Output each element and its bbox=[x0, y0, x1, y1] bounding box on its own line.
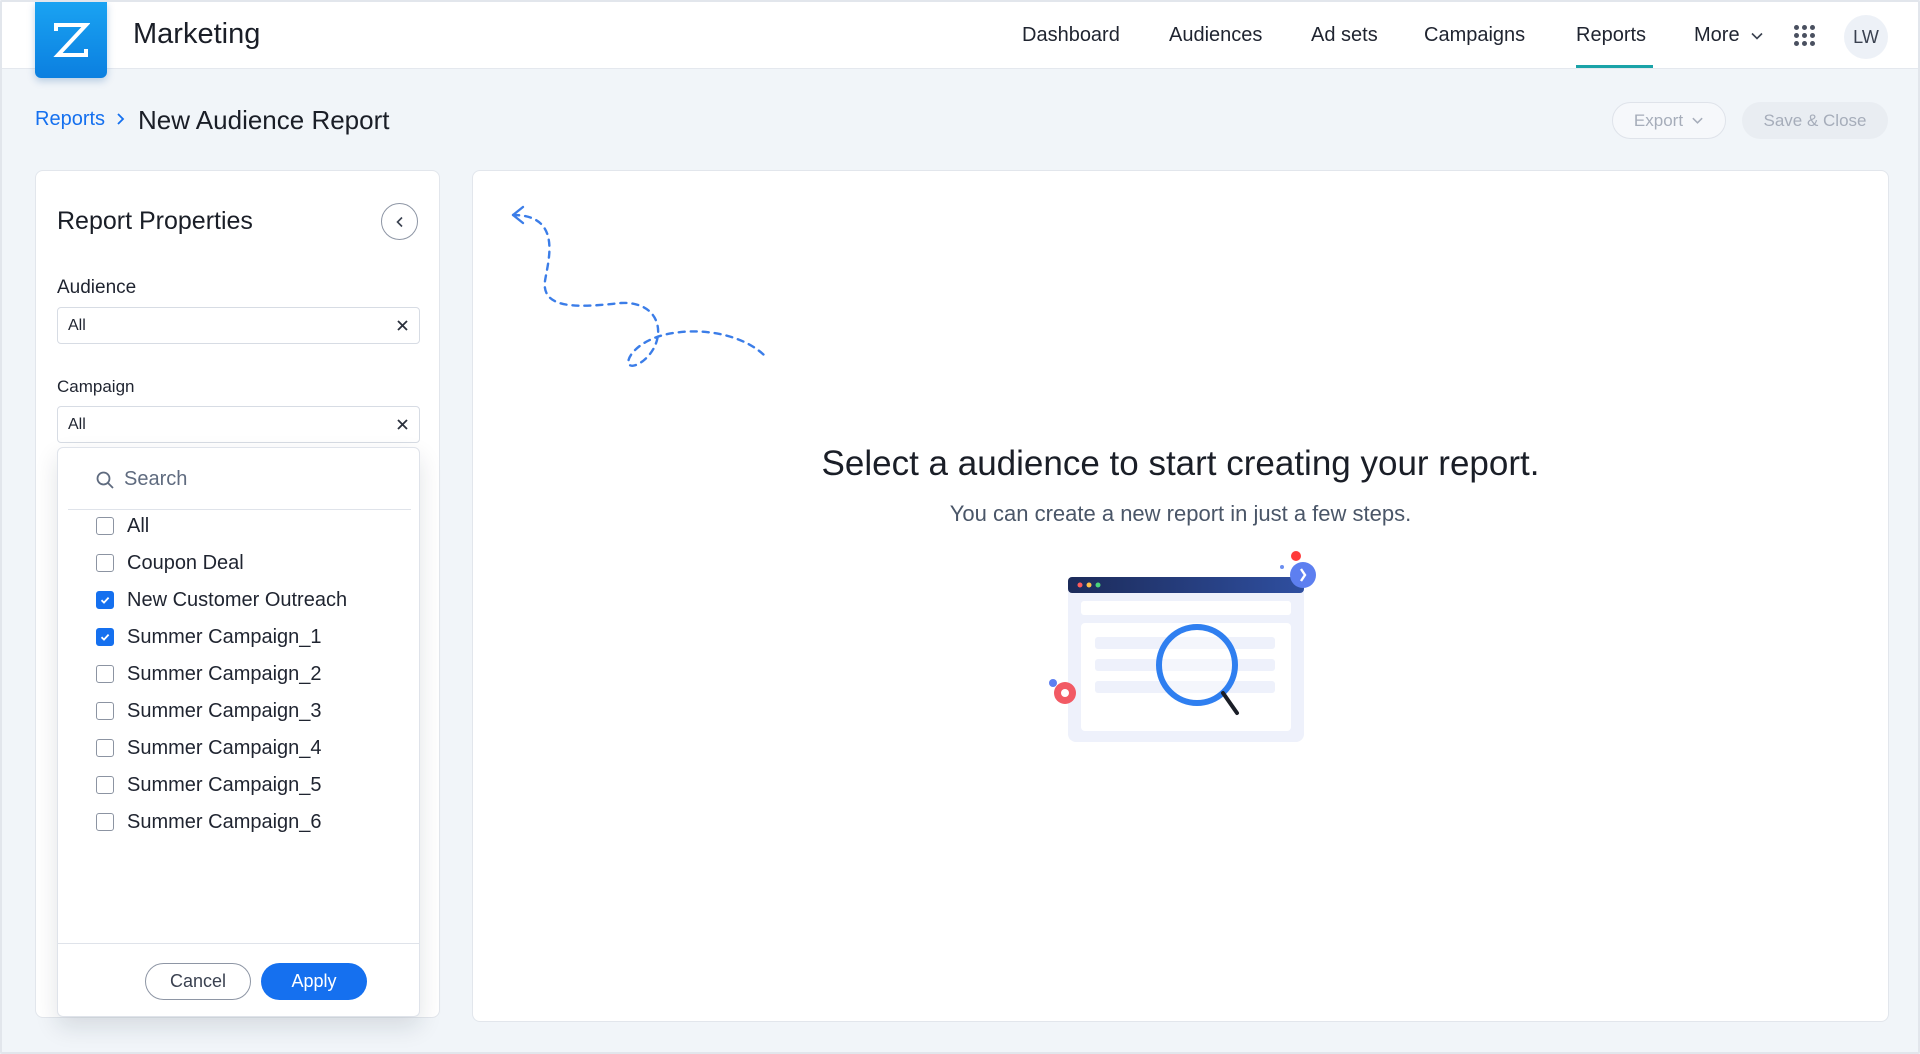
campaign-select[interactable]: All bbox=[57, 406, 420, 443]
nav-reports[interactable]: Reports bbox=[1576, 24, 1646, 47]
checkbox[interactable] bbox=[96, 665, 114, 683]
nav-more-label: More bbox=[1694, 24, 1740, 46]
audience-label: Audience bbox=[57, 277, 137, 298]
campaign-option-label: Coupon Deal bbox=[127, 551, 244, 574]
campaign-option[interactable]: Summer Campaign_3 bbox=[96, 696, 322, 726]
dropdown-search[interactable]: Search bbox=[68, 448, 411, 510]
checkbox[interactable] bbox=[96, 813, 114, 831]
chevron-left-icon bbox=[395, 216, 403, 227]
breadcrumb-reports-link[interactable]: Reports bbox=[35, 108, 105, 131]
cancel-button[interactable]: Cancel bbox=[145, 963, 251, 1000]
campaign-option-label: Summer Campaign_4 bbox=[127, 736, 322, 759]
nav-dashboard[interactable]: Dashboard bbox=[1022, 24, 1120, 47]
apps-grid-icon[interactable] bbox=[1794, 25, 1816, 47]
campaign-value: All bbox=[68, 416, 86, 433]
nav-ad-sets[interactable]: Ad sets bbox=[1311, 24, 1378, 47]
campaign-option[interactable]: Summer Campaign_2 bbox=[96, 659, 322, 689]
export-button-label: Export bbox=[1633, 110, 1684, 130]
checkbox[interactable] bbox=[96, 702, 114, 720]
logo-icon[interactable] bbox=[35, 2, 107, 78]
nav-audiences[interactable]: Audiences bbox=[1169, 24, 1262, 47]
checkbox[interactable] bbox=[96, 776, 114, 794]
page-title: New Audience Report bbox=[138, 105, 390, 135]
app-title: Marketing bbox=[133, 18, 261, 50]
nav-active-indicator bbox=[1576, 65, 1653, 68]
dropdown-footer: Cancel Apply bbox=[58, 943, 419, 1017]
campaign-option[interactable]: Coupon Deal bbox=[96, 548, 244, 578]
audience-select[interactable]: All bbox=[57, 307, 420, 344]
checkbox[interactable] bbox=[96, 517, 114, 535]
campaign-option-label: Summer Campaign_6 bbox=[127, 810, 322, 833]
dashed-arrow-illustration bbox=[511, 205, 767, 367]
search-icon bbox=[96, 471, 114, 489]
checkbox-checked[interactable] bbox=[96, 591, 114, 609]
apply-button[interactable]: Apply bbox=[261, 963, 367, 1000]
empty-state-subtitle: You can create a new report in just a fe… bbox=[949, 501, 1412, 526]
campaign-option[interactable]: All bbox=[96, 511, 149, 541]
campaign-option[interactable]: Summer Campaign_4 bbox=[96, 733, 322, 763]
close-icon[interactable] bbox=[396, 319, 409, 332]
chevron-right-icon bbox=[117, 113, 125, 125]
checkbox[interactable] bbox=[96, 739, 114, 757]
chevron-down-icon bbox=[1751, 32, 1763, 40]
report-canvas: Select a audience to start creating your… bbox=[472, 170, 1889, 1022]
magnifier-illustration bbox=[1049, 551, 1316, 742]
campaign-option-label: Summer Campaign_5 bbox=[127, 773, 322, 796]
check-icon bbox=[100, 596, 110, 604]
nav-more[interactable]: More bbox=[1694, 24, 1764, 47]
campaign-option-label: Summer Campaign_1 bbox=[127, 625, 322, 648]
empty-state-title: Select a audience to start creating your… bbox=[821, 444, 1540, 483]
close-icon[interactable] bbox=[396, 418, 409, 431]
chevron-down-icon bbox=[1692, 117, 1703, 124]
campaign-option-label: New Customer Outreach bbox=[127, 588, 348, 611]
checkbox-checked[interactable] bbox=[96, 628, 114, 646]
collapse-panel-button[interactable] bbox=[381, 203, 418, 240]
top-bar: Marketing Dashboard Audiences Ad sets Ca… bbox=[2, 2, 1918, 78]
export-button[interactable]: Export bbox=[1612, 102, 1726, 139]
check-icon bbox=[100, 633, 110, 641]
campaign-option[interactable]: Summer Campaign_1 bbox=[96, 622, 322, 652]
campaign-option[interactable]: Summer Campaign_5 bbox=[96, 770, 322, 800]
audience-value: All bbox=[68, 317, 86, 334]
panel-title: Report Properties bbox=[57, 207, 253, 235]
nav-campaigns[interactable]: Campaigns bbox=[1424, 24, 1525, 47]
campaign-option[interactable]: New Customer Outreach bbox=[96, 585, 347, 615]
campaign-label: Campaign bbox=[57, 377, 135, 396]
checkbox[interactable] bbox=[96, 554, 114, 572]
campaign-dropdown: Search All Coupon Deal New Customer Outrea… bbox=[57, 447, 420, 1017]
avatar[interactable]: LW bbox=[1844, 15, 1888, 59]
campaign-option-label: Summer Campaign_2 bbox=[127, 662, 322, 685]
save-close-button[interactable]: Save & Close bbox=[1742, 102, 1888, 139]
campaign-option-label: All bbox=[127, 514, 150, 537]
search-placeholder: Search bbox=[124, 468, 188, 490]
campaign-option[interactable]: Summer Campaign_6 bbox=[96, 807, 322, 837]
campaign-option-label: Summer Campaign_3 bbox=[127, 699, 322, 722]
report-properties-panel: Report Properties Audience All Campaign … bbox=[35, 170, 440, 1018]
app-window: Marketing Dashboard Audiences Ad sets Ca… bbox=[0, 0, 1920, 1054]
